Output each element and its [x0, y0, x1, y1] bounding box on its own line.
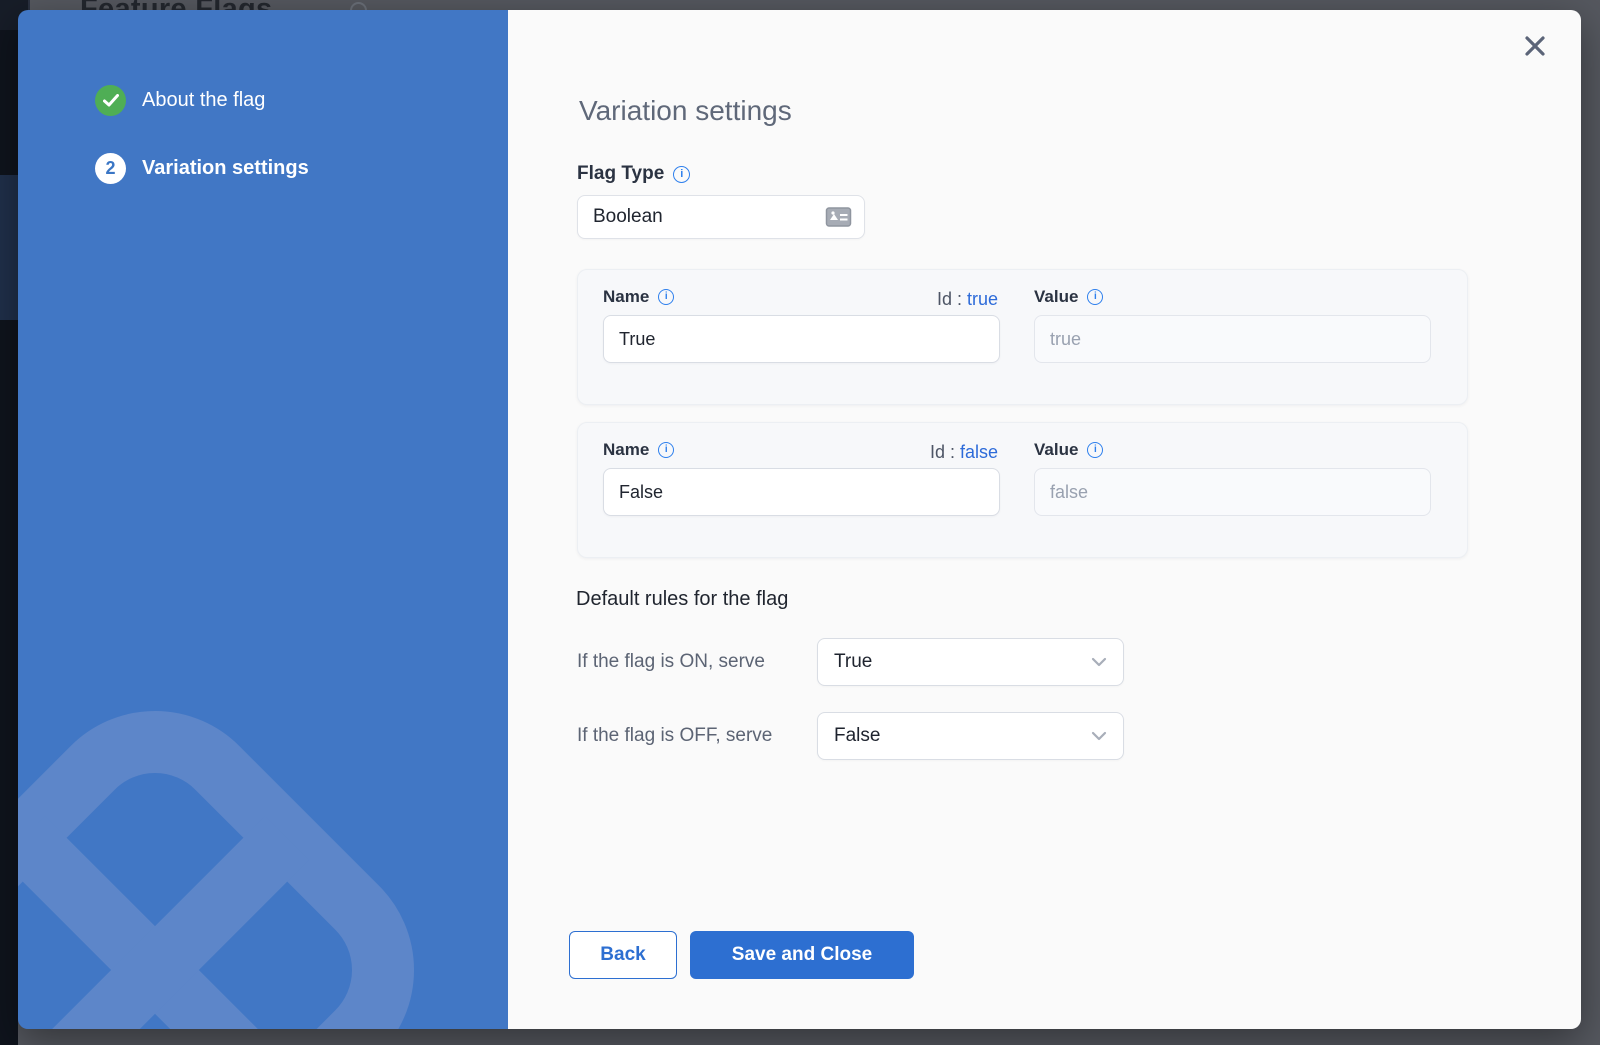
- variation-card-true: Name i Id : true Value i: [577, 269, 1468, 405]
- brand-watermark-logo: [18, 669, 508, 1029]
- wizard-sidebar: About the flag 2 Variation settings: [18, 10, 508, 1029]
- id-prefix: Id :: [930, 442, 960, 462]
- id-prefix: Id :: [937, 289, 967, 309]
- variation-name-input[interactable]: [603, 468, 1000, 516]
- chevron-down-icon: [1091, 657, 1107, 667]
- info-icon[interactable]: i: [658, 442, 674, 458]
- flag-type-select[interactable]: Boolean: [577, 195, 865, 239]
- flag-type-picker-icon: [825, 206, 852, 228]
- id-value: true: [967, 289, 998, 309]
- chevron-down-icon: [1091, 731, 1107, 741]
- app-sidebar: [0, 0, 18, 1045]
- back-button[interactable]: Back: [569, 931, 677, 979]
- flag-on-label: If the flag is ON, serve: [577, 638, 765, 686]
- value-label: Value i: [1034, 287, 1103, 307]
- variation-settings-panel: Variation settings Flag Type i Boolean N…: [508, 10, 1581, 1029]
- name-label-text: Name: [603, 287, 649, 307]
- value-label: Value i: [1034, 440, 1103, 460]
- variation-card-false: Name i Id : false Value i: [577, 422, 1468, 558]
- close-button[interactable]: [1521, 32, 1549, 60]
- close-icon: [1523, 34, 1547, 58]
- variation-id: Id : true: [937, 289, 998, 310]
- id-value: false: [960, 442, 998, 462]
- step-variation-settings[interactable]: 2 Variation settings: [95, 153, 309, 184]
- flag-type-label-text: Flag Type: [577, 163, 664, 185]
- save-and-close-button[interactable]: Save and Close: [690, 931, 914, 979]
- flag-off-label: If the flag is OFF, serve: [577, 712, 772, 760]
- flag-off-value: False: [834, 725, 880, 747]
- info-icon[interactable]: i: [658, 289, 674, 305]
- app-sidebar-active-item: [0, 175, 18, 320]
- variation-value-input[interactable]: [1034, 315, 1431, 363]
- panel-title: Variation settings: [579, 95, 792, 127]
- step-about-the-flag[interactable]: About the flag: [95, 85, 265, 116]
- step-label: Variation settings: [142, 157, 309, 180]
- info-icon[interactable]: i: [1087, 289, 1103, 305]
- value-label-text: Value: [1034, 287, 1078, 307]
- value-label-text: Value: [1034, 440, 1078, 460]
- flag-off-select[interactable]: False: [817, 712, 1124, 760]
- name-label: Name i: [603, 287, 674, 307]
- name-label-text: Name: [603, 440, 649, 460]
- create-flag-modal: About the flag 2 Variation settings Vari…: [18, 10, 1581, 1029]
- info-icon[interactable]: i: [1087, 442, 1103, 458]
- variation-id: Id : false: [930, 442, 998, 463]
- step-number-badge: 2: [95, 153, 126, 184]
- flag-on-value: True: [834, 651, 872, 673]
- flag-type-value: Boolean: [593, 206, 663, 228]
- default-rules-heading: Default rules for the flag: [576, 588, 788, 611]
- flag-on-select[interactable]: True: [817, 638, 1124, 686]
- step-complete-check-icon: [95, 85, 126, 116]
- variation-name-input[interactable]: [603, 315, 1000, 363]
- step-label: About the flag: [142, 89, 265, 112]
- flag-type-label: Flag Type i: [577, 163, 690, 185]
- name-label: Name i: [603, 440, 674, 460]
- variation-value-input[interactable]: [1034, 468, 1431, 516]
- info-icon[interactable]: i: [673, 166, 690, 183]
